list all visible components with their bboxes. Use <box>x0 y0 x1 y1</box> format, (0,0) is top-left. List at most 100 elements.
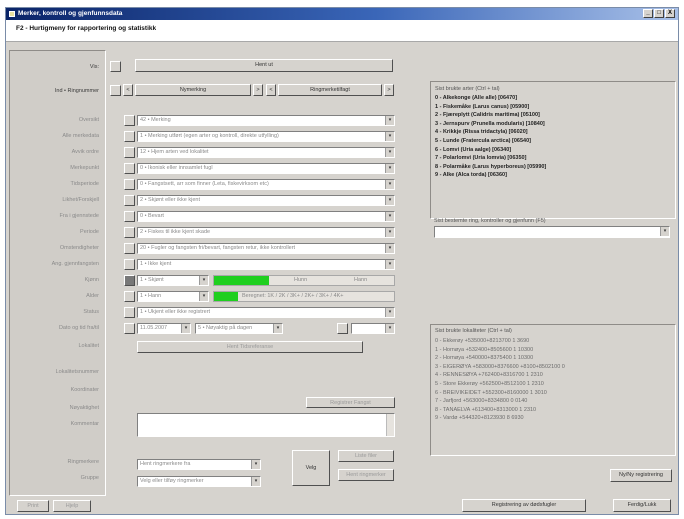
row-button[interactable] <box>124 291 135 302</box>
maximize-button[interactable]: □ <box>654 9 664 18</box>
help-button[interactable]: Hjelp <box>53 500 91 512</box>
ring-search-select[interactable]: ▾ <box>434 226 670 238</box>
new-registration-button[interactable]: Ny/Ny registrering <box>610 469 672 482</box>
row-button[interactable] <box>124 179 135 190</box>
row-button[interactable] <box>124 115 135 126</box>
register-dead-birds-button[interactable]: Registrering av dødsfugler <box>462 499 586 512</box>
sidebar-label: Tidsperiode <box>70 181 99 187</box>
gruppe-select[interactable]: Velg eller tilføy ringmerker ▾ <box>137 476 261 487</box>
sidebar-label: Periode <box>80 229 99 235</box>
alder-bar: Beregnet: 1K / 2K / 3K+ / 2K+ / 3K+ / 4K… <box>213 291 395 302</box>
sidebar-label: Kommentar <box>70 421 99 427</box>
list-item[interactable]: 1 - Hornøya +532400+8505600 1 10300 <box>435 346 565 355</box>
list-item[interactable]: 7 - Jarfjord +563000+8334800 0 0140 <box>435 397 565 406</box>
sidebar-label: Kjønn <box>84 277 99 283</box>
row-button[interactable] <box>124 195 135 206</box>
alder-select[interactable]: 1 • Hann ▾ <box>137 291 209 302</box>
close-form-button[interactable]: Ferdig/Lukk <box>613 499 671 512</box>
recent-species-panel: Sist brukte arter (Ctrl + tal) 0 - Alkek… <box>430 81 676 219</box>
row-button[interactable] <box>124 131 135 142</box>
hent-ringmerker-button[interactable]: Hent ringmerker <box>338 469 394 481</box>
gjennfangsten-select[interactable]: 1 • Ikke kjent ▾ <box>137 259 395 270</box>
scrollbar[interactable] <box>386 414 394 436</box>
omstendigheter-select[interactable]: 20 • Fugler og fangsten fri/bevart, fang… <box>137 243 395 254</box>
chevron-down-icon: ▾ <box>251 477 260 486</box>
list-item[interactable]: 6 - BREIVIKEIDET +552300+8160000 1 3010 <box>435 389 565 398</box>
sidebar-label: Lokalitetsnummer <box>55 369 99 375</box>
list-item[interactable]: 4 - Krikkje (Rissa tridactyla) [06020] <box>435 128 546 137</box>
minimize-button[interactable]: _ <box>643 9 653 18</box>
hent-ut-button[interactable]: Hent ut <box>135 59 393 72</box>
date-field[interactable]: 11.05.2007 ▾ <box>137 323 191 334</box>
alle-merkedata-select[interactable]: 1 • Merking utført (egen arter og kontro… <box>137 131 395 142</box>
toggle-button[interactable] <box>110 85 121 96</box>
kjonn-select[interactable]: 1 • Skjønt ▾ <box>137 275 209 286</box>
chevron-down-icon: ▾ <box>385 180 394 189</box>
nymerking-button[interactable]: Nymerking <box>135 84 251 96</box>
kjonn-fill <box>214 276 269 285</box>
row-button[interactable] <box>124 323 135 334</box>
recent-locations-title: Sist brukte lokaliteter (Ctrl + tal) <box>435 328 512 334</box>
list-item[interactable]: 5 - Lunde (Fratercula arctica) [06540] <box>435 137 546 146</box>
row-button[interactable] <box>124 211 135 222</box>
sidebar-label: Dato og tid fra/til <box>58 325 99 331</box>
nav-prev-button[interactable]: < <box>266 84 276 96</box>
row-button[interactable] <box>124 163 135 174</box>
list-item[interactable]: 3 - EIGERØYA +583000+8376600 +8100+85021… <box>435 363 565 372</box>
row-button[interactable] <box>124 259 135 270</box>
time-field[interactable]: ▾ <box>351 323 395 334</box>
nav-prev-button[interactable]: < <box>123 84 133 96</box>
sidebar: Vis: Ind • Ringnummer Oversikt Alle merk… <box>9 50 106 496</box>
ringmerketilfagt-button[interactable]: Ringmerketilfagt <box>278 84 382 96</box>
row-button[interactable] <box>124 275 135 286</box>
list-item[interactable]: 0 - Alkekonge (Alle alle) [06470] <box>435 94 546 103</box>
print-button[interactable]: Print <box>17 500 49 512</box>
list-item[interactable]: 3 - Jernspurv (Prunella modularis) [1084… <box>435 120 546 129</box>
chevron-down-icon: ▾ <box>385 308 394 317</box>
list-item[interactable]: 8 - Polarmåke (Larus hyperboreus) [05990… <box>435 163 546 172</box>
list-item[interactable]: 9 - Vardø +544320+8123930 8 6930 <box>435 414 565 423</box>
list-item[interactable]: 9 - Alke (Alca torda) [06360] <box>435 171 546 180</box>
list-item[interactable]: 5 - Store Ekkerøy +562500+8512100 1 2310 <box>435 380 565 389</box>
page-subheader: F2 - Hurtigmeny for rapportering og stat… <box>6 20 678 42</box>
row-button[interactable] <box>337 323 348 334</box>
list-item[interactable]: 7 - Polarlomvi (Uria lomvia) [06350] <box>435 154 546 163</box>
chevron-down-icon: ▾ <box>660 227 669 236</box>
gjennstede-select[interactable]: 0 • Bevart ▾ <box>137 211 395 222</box>
row-button[interactable] <box>124 147 135 158</box>
status-select[interactable]: 1 • Ukjent eller ikke registrert ▾ <box>137 307 395 318</box>
accuracy-select[interactable]: 5 • Nøyaktig på dagen ▾ <box>195 323 283 334</box>
oversikt-select[interactable]: 42 • Merking ▾ <box>137 115 395 126</box>
list-item[interactable]: 6 - Lomvi (Uria aalge) [06340] <box>435 146 546 155</box>
avvik-select[interactable]: 12 • Hjem arten ved lokalitet ▾ <box>137 147 395 158</box>
chevron-down-icon: ▾ <box>385 228 394 237</box>
merkepunkt-select[interactable]: 0 • Ikonisk eller innsamlet fugl ▾ <box>137 163 395 174</box>
registrer-fangst-button[interactable]: Registrer Fangst <box>306 397 395 408</box>
velg-button[interactable]: Velg <box>292 450 330 486</box>
likhet-select[interactable]: 2 • Skjønt eller ikke kjent ▾ <box>137 195 395 206</box>
nav-next-button[interactable]: > <box>384 84 394 96</box>
tidsperiode-select[interactable]: 0 • Fangstsett, arr som finner (Leta, fi… <box>137 179 395 190</box>
hent-tidsreferanse-button[interactable]: Hent Tidsreferanse <box>137 341 363 353</box>
list-item[interactable]: 4 - RENNESØYA +762400+8316700 1 2310 <box>435 371 565 380</box>
row-button[interactable] <box>124 243 135 254</box>
main-window: Merker, kontroll og gjenfunnsdata _ □ X … <box>5 7 679 515</box>
row-button[interactable] <box>124 307 135 318</box>
list-item[interactable]: 8 - TANAELVA +613400+8313000 1 2310 <box>435 406 565 415</box>
liste-filer-button[interactable]: Liste filer <box>338 450 394 462</box>
sidebar-label: Nøyaktighet <box>69 405 99 411</box>
row-button[interactable] <box>124 227 135 238</box>
sidebar-label: Alle merkedata <box>62 133 99 139</box>
periode-select[interactable]: 2 • Fiskes til ikke kjent skade ▾ <box>137 227 395 238</box>
ringmerkere-select[interactable]: Hent ringmerkere fra ▾ <box>137 459 261 470</box>
list-item[interactable]: 1 - Fiskemåke (Larus canus) [05900] <box>435 103 546 112</box>
nav-next-button[interactable]: > <box>253 84 263 96</box>
list-item[interactable]: 0 - Ekkerøy +535000+8213700 1 3690 <box>435 337 565 346</box>
close-button[interactable]: X <box>665 9 675 18</box>
list-item[interactable]: 2 - Fjæreplytt (Calidris maritima) [0510… <box>435 111 546 120</box>
kjonn-tab[interactable]: Hann <box>354 276 367 285</box>
toggle-button[interactable] <box>110 61 121 72</box>
kjonn-tab[interactable]: Hunn <box>294 276 307 285</box>
comment-textarea[interactable] <box>137 413 395 437</box>
list-item[interactable]: 2 - Hornøya +540000+8375400 1 10300 <box>435 354 565 363</box>
